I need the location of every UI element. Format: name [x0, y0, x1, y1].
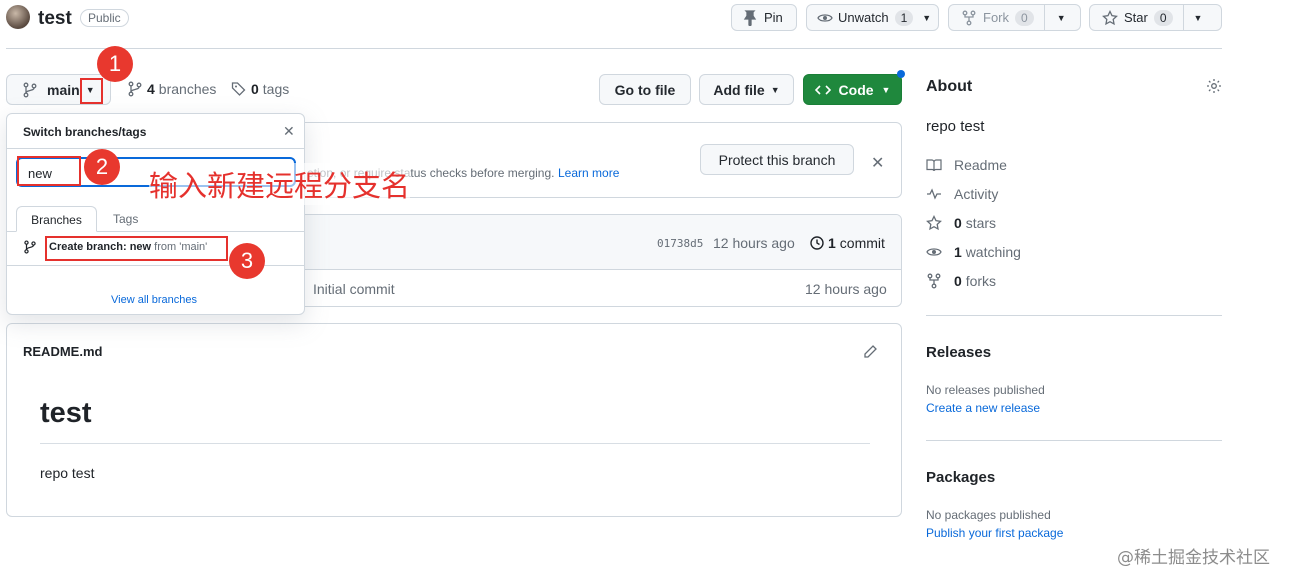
tags-link[interactable]: 0 tags — [231, 81, 289, 97]
pulse-icon — [926, 186, 942, 202]
tab-branches[interactable]: Branches — [16, 206, 97, 232]
protect-branch-button[interactable]: Protect this branch — [700, 144, 854, 175]
annotation-step-3: 3 — [229, 243, 265, 279]
annotation-instruction: 输入新建远程分支名 — [149, 163, 411, 205]
chevron-down-icon[interactable]: ▼ — [922, 13, 931, 23]
dropdown-title: Switch branches/tags — [23, 125, 147, 139]
stars-link[interactable]: 0 stars — [926, 215, 996, 231]
file-commit-message[interactable]: Initial commit — [313, 281, 395, 297]
code-button[interactable]: Code ▼ — [803, 74, 902, 105]
chevron-down-icon: ▼ — [770, 84, 780, 95]
visibility-badge: Public — [80, 9, 129, 27]
star-count: 0 — [1153, 9, 1173, 26]
repo-avatar[interactable] — [6, 5, 30, 29]
publish-package-link[interactable]: Publish your first package — [926, 526, 1063, 540]
history-icon — [809, 235, 825, 251]
sidebar-divider — [926, 440, 1222, 441]
tag-icon — [231, 81, 247, 97]
close-icon[interactable]: ✕ — [283, 123, 295, 140]
readme-heading: test — [40, 397, 92, 429]
repo-name[interactable]: test — [38, 8, 72, 30]
branch-icon — [22, 82, 38, 98]
chevron-down-icon[interactable]: ▼ — [1194, 13, 1203, 23]
forks-link[interactable]: 0 forks — [926, 273, 996, 289]
file-list: 01738d5 12 hours ago 1 commit Initial co… — [290, 214, 902, 307]
commit-time: 12 hours ago — [713, 235, 795, 251]
watermark: @稀土掘金技术社区 — [1117, 548, 1270, 568]
annotation-box-input — [17, 156, 81, 186]
about-title: About — [926, 78, 973, 95]
annotation-box-create-branch — [45, 236, 228, 261]
create-release-link[interactable]: Create a new release — [926, 401, 1040, 415]
readme-box: README.md test repo test — [6, 323, 902, 517]
releases-title[interactable]: Releases — [926, 344, 991, 361]
chevron-down-icon: ▼ — [881, 84, 891, 95]
commit-sha[interactable]: 01738d5 — [657, 237, 703, 250]
branch-icon — [127, 81, 143, 97]
branch-dropdown: Switch branches/tags ✕ new Branches Tags… — [6, 113, 305, 315]
annotation-step-1: 1 — [97, 46, 133, 82]
file-commit-time: 12 hours ago — [805, 281, 887, 297]
header-divider — [6, 48, 1222, 49]
fork-icon — [961, 10, 977, 26]
annotation-box-dropdown-arrow — [80, 78, 103, 104]
no-packages-text: No packages published — [926, 508, 1051, 522]
go-to-file-button[interactable]: Go to file — [599, 74, 691, 105]
learn-more-link[interactable]: Learn more — [558, 166, 619, 180]
no-releases-text: No releases published — [926, 383, 1045, 397]
readme-body: repo test — [40, 465, 95, 481]
dropdown-header-divider — [7, 148, 304, 149]
fork-icon — [926, 273, 942, 289]
pencil-icon[interactable] — [862, 344, 878, 360]
tab-tags[interactable]: Tags — [113, 212, 138, 226]
book-icon — [926, 157, 942, 173]
star-icon — [926, 215, 942, 231]
annotation-step-2: 2 — [84, 149, 120, 185]
star-button[interactable]: Star 0 ▼ — [1089, 4, 1222, 31]
pin-button[interactable]: Pin — [731, 4, 797, 31]
eye-icon — [817, 10, 833, 26]
eye-icon — [926, 244, 942, 260]
about-description: repo test — [926, 118, 985, 135]
notification-dot — [897, 70, 905, 78]
unwatch-button[interactable]: Unwatch 1 ▼ — [806, 4, 939, 31]
watch-count: 1 — [894, 9, 914, 26]
fork-button[interactable]: Fork 0 ▼ — [948, 4, 1081, 31]
sidebar-divider — [926, 315, 1222, 316]
readme-heading-rule — [40, 443, 870, 444]
branches-link[interactable]: 4 branches — [127, 81, 216, 97]
chevron-down-icon[interactable]: ▼ — [1057, 13, 1066, 23]
watching-link[interactable]: 1 watching — [926, 244, 1021, 260]
packages-title[interactable]: Packages — [926, 469, 995, 486]
fork-count: 0 — [1015, 9, 1034, 26]
commit-history-link[interactable]: 1 commit — [809, 235, 885, 251]
close-icon[interactable]: ✕ — [871, 153, 884, 173]
code-icon — [814, 82, 831, 98]
view-all-branches-link[interactable]: View all branches — [111, 294, 197, 306]
add-file-button[interactable]: Add file ▼ — [699, 74, 794, 105]
branch-icon — [23, 240, 37, 254]
readme-link[interactable]: Readme — [926, 157, 1007, 173]
star-icon — [1102, 9, 1118, 26]
activity-link[interactable]: Activity — [926, 186, 998, 202]
pin-icon — [742, 9, 758, 26]
readme-filename[interactable]: README.md — [23, 344, 102, 359]
gear-icon[interactable] — [1206, 78, 1222, 94]
